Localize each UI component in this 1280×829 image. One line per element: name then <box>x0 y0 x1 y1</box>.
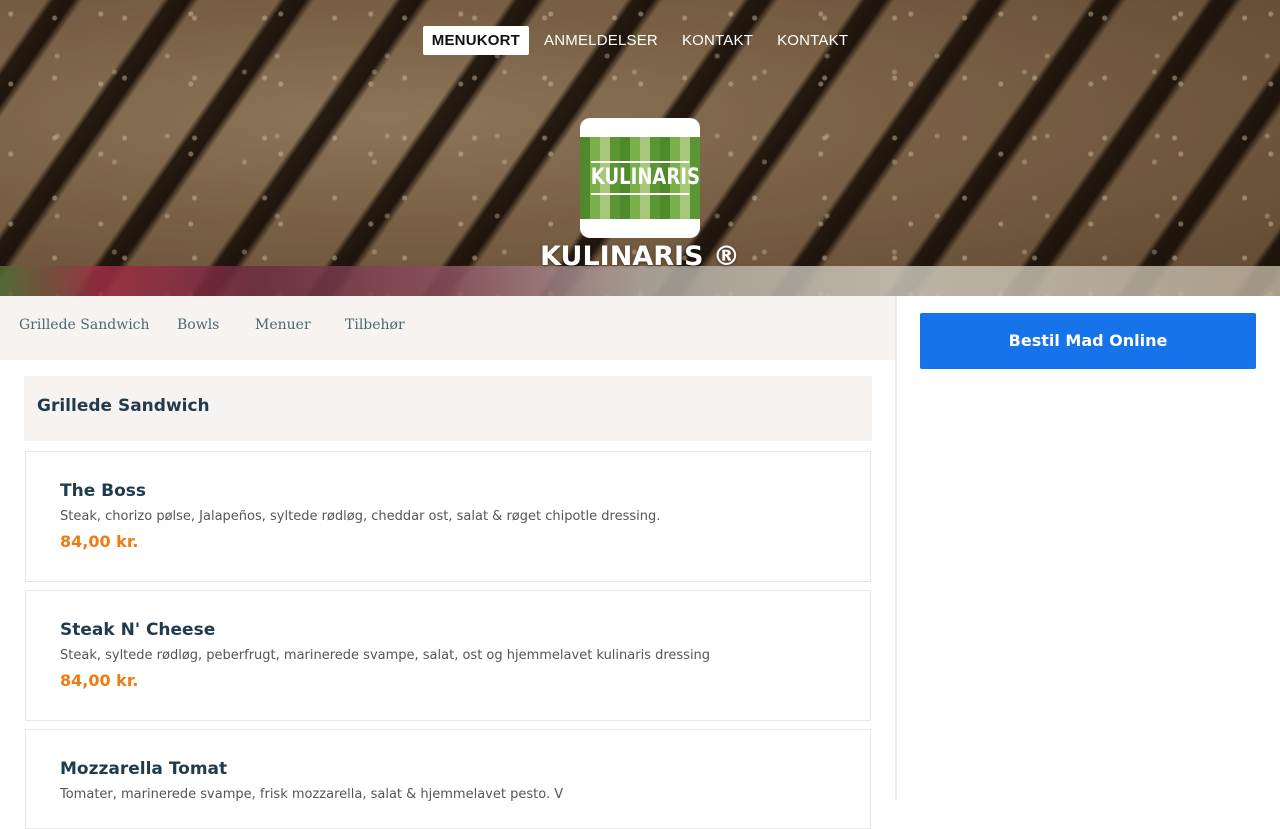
menu-item-name: Mozzarella Tomat <box>60 759 228 779</box>
logo-text: KULINARIS <box>590 161 700 195</box>
category-tilbehor[interactable]: Tilbehør <box>345 317 405 333</box>
category-nav: Grillede Sandwich Bowls Menuer Tilbehør <box>0 296 895 360</box>
menu-item-steak-n-cheese[interactable]: Steak N' Cheese Steak, syltede rødløg, p… <box>25 590 871 721</box>
hero-banner: MENUKORT ANMELDELSER KONTAKT KONTAKT KUL… <box>0 0 1280 296</box>
menu-item-description: Steak, chorizo pølse, Jalapeños, syltede… <box>60 509 661 524</box>
restaurant-name: KULINARIS ® <box>540 241 740 272</box>
nav-kontakt-2[interactable]: KONTAKT <box>768 26 857 55</box>
menu-item-name: The Boss <box>60 481 147 501</box>
menu-item-the-boss[interactable]: The Boss Steak, chorizo pølse, Jalapeños… <box>25 451 871 582</box>
nav-menukort[interactable]: MENUKORT <box>422 26 530 55</box>
nav-anmeldelser[interactable]: ANMELDELSER <box>535 26 667 55</box>
menu-item-price: 84,00 kr. <box>60 671 139 690</box>
restaurant-logo: KULINARIS <box>580 118 700 238</box>
menu-item-mozzarella-tomat[interactable]: Mozzarella Tomat Tomater, marinerede sva… <box>25 729 871 829</box>
category-grillede-sandwich[interactable]: Grillede Sandwich <box>19 317 150 333</box>
menu-item-name: Steak N' Cheese <box>60 620 216 640</box>
top-navigation: MENUKORT ANMELDELSER KONTAKT KONTAKT <box>0 26 1280 55</box>
menu-item-description: Steak, syltede rødløg, peberfrugt, marin… <box>60 648 711 663</box>
section-title: Grillede Sandwich <box>37 396 210 416</box>
order-online-button[interactable]: Bestil Mad Online <box>920 313 1256 369</box>
category-menuer[interactable]: Menuer <box>255 317 311 333</box>
column-divider <box>895 296 897 800</box>
menu-item-price: 84,00 kr. <box>60 532 139 551</box>
nav-kontakt[interactable]: KONTAKT <box>673 26 762 55</box>
category-bowls[interactable]: Bowls <box>177 317 219 333</box>
section-header: Grillede Sandwich <box>24 376 872 441</box>
